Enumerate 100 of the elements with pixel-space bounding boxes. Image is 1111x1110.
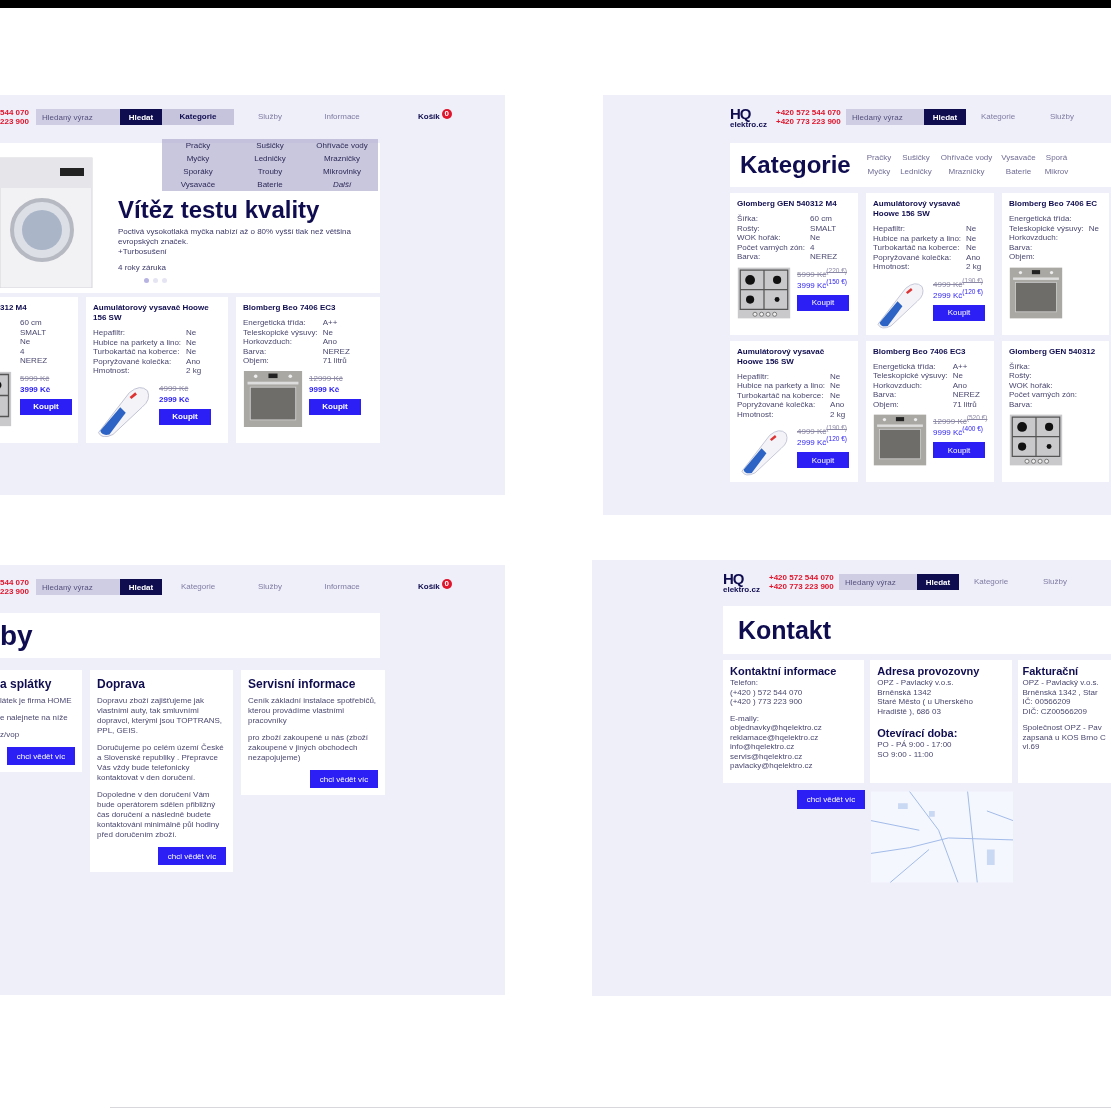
buy-button[interactable]: Koupit [797, 294, 849, 311]
more-button[interactable]: chci vědět víc [797, 789, 865, 809]
category-link[interactable]: Mikrov [1044, 165, 1069, 179]
search-button[interactable]: Hledat [120, 109, 162, 125]
cart-link[interactable]: Košík [418, 109, 440, 125]
stove-drawing [0, 370, 12, 427]
card-text: látek je firma HOME [0, 696, 73, 706]
nav-link[interactable]: Kategorie [966, 109, 1030, 125]
category-link[interactable]: Sušičky [900, 151, 932, 165]
card-text: Ceník základní instalace spotřebičů, kterou provádíme vlastními pracovníky [248, 696, 378, 726]
product-title[interactable]: 312 M4 [0, 303, 76, 313]
more-button[interactable]: chci vědět víc [310, 770, 378, 788]
search-field[interactable]: Hledaný výraz [36, 579, 120, 595]
nav-link[interactable]: Služby [234, 579, 306, 595]
more-button[interactable]: chci vědět víc [7, 747, 75, 765]
buy-button[interactable]: Koupit [933, 304, 985, 321]
dropdown-item[interactable]: Baterie [234, 178, 306, 191]
carousel-dot[interactable] [153, 278, 158, 283]
search-field[interactable]: Hledaný výraz [839, 574, 917, 590]
spec-label: Rošty: [1009, 371, 1033, 381]
dropdown-item[interactable]: Mikrovlnky [306, 165, 378, 178]
price: 2999 Kč$^{(120 €)}$ [797, 437, 848, 449]
card-text: Dopravu zboží zajišťujeme jak vlastními auty, tak smluvními dopravci, kterými jsou TOPTRANS, PPL, GEIS. [97, 696, 224, 736]
spec-label: Teleskopické výsuvy: [873, 371, 948, 381]
spec-value: NEREZ [952, 390, 981, 400]
category-link[interactable]: Mrazničky [940, 165, 993, 179]
spec-value: 4 [810, 242, 816, 252]
category-link[interactable]: Pračky [866, 151, 892, 165]
dropdown-item[interactable]: Sušičky [234, 139, 306, 152]
logo-mark[interactable]: HQ [730, 105, 770, 121]
product-title[interactable]: Glomberg GEN 540312 M4 [737, 199, 851, 209]
spec-label: Teleskopické výsuvy: [243, 327, 318, 337]
price: 3999 Kč$^{(150 €)}$ [797, 279, 848, 292]
product-title[interactable]: Aumulátorový vysavač Hoowe 156 SW [873, 199, 987, 219]
product-title[interactable]: Blomberg Beo 7406 EC3 [873, 346, 987, 357]
card-text-line: DIČ: CZ00566209 [1022, 706, 1088, 716]
card-text: e nalejnete na níže [0, 713, 69, 723]
category-link[interactable]: Baterie [1001, 165, 1036, 179]
nav-link[interactable]: Služby [1023, 574, 1087, 590]
buy-button[interactable]: Koupit [797, 452, 849, 468]
card-heading: a splátky [0, 677, 53, 691]
phone-number: 544 070 [0, 108, 30, 117]
dropdown-item[interactable]: Ohřívače vody [306, 139, 378, 152]
nav-link[interactable]: Informace [306, 579, 378, 595]
buy-button[interactable]: Koupit [309, 398, 361, 415]
spec-label: Horkovzduch: [1009, 233, 1059, 243]
buy-button[interactable]: Koupit [20, 398, 72, 415]
category-link[interactable]: Vysavače [1001, 151, 1036, 165]
dropdown-item[interactable]: Myčky [162, 152, 234, 165]
product-title[interactable]: Aumulátorový vysavač Hoowe 156 SW [93, 303, 221, 323]
nav-link[interactable]: Služby [1030, 109, 1094, 125]
buy-button[interactable]: Koupit [159, 408, 211, 425]
product-title[interactable]: Blomberg Beo 7406 EC3 [243, 303, 373, 313]
carousel-dot[interactable] [162, 278, 167, 283]
category-link[interactable]: Ledničky [900, 165, 932, 179]
logo-mark[interactable]: HQ [723, 570, 763, 586]
product-title[interactable]: Glomberg GEN 540312 [1009, 346, 1107, 357]
dropdown-item[interactable]: Sporáky [162, 165, 234, 178]
product-title[interactable]: Blomberg Beo 7406 EC [1009, 199, 1107, 209]
spec-value: Ano [966, 252, 982, 262]
spec-label: Hmotnost: [737, 409, 775, 419]
dropdown-item[interactable]: Mrazničky [306, 152, 378, 165]
spec-label: Barva: [873, 390, 898, 400]
page-title: by [0, 621, 33, 650]
cart-link[interactable]: Košík [418, 579, 440, 595]
spec-label: Energetická třída: [243, 318, 307, 328]
old-price: 12999 Kč$^{(520 €)}$ [933, 416, 988, 426]
nav-link[interactable]: Informace [306, 109, 378, 125]
spec-value: 60 cm [810, 214, 833, 224]
dropdown-item[interactable]: Další [306, 178, 378, 191]
hero-note: 4 roky záruka [118, 263, 168, 272]
nav-link[interactable]: Kategorie [959, 574, 1023, 590]
product-title[interactable]: Aumulátorový vysavač Hoowe 156 SW [737, 346, 851, 367]
nav-link[interactable]: Kategorie [162, 109, 234, 125]
search-field[interactable]: Hledaný výraz [36, 109, 120, 125]
more-button[interactable]: chci vědět víc [158, 847, 226, 865]
search-button[interactable]: Hledat [120, 579, 162, 595]
dropdown-item[interactable]: Ledničky [234, 152, 306, 165]
category-link[interactable]: Myčky [866, 165, 892, 179]
search-button[interactable]: Hledat [924, 109, 966, 125]
nav-link[interactable]: Služby [234, 109, 306, 125]
buy-button[interactable]: Koupit [933, 442, 985, 458]
category-link[interactable]: Ohřívače vody [940, 151, 993, 165]
card-heading: Kontaktní informace [730, 665, 838, 678]
spec-value: Ne [186, 347, 198, 357]
card-text-line: OPZ - Pavlacký v.o.s. [1022, 678, 1100, 688]
carousel-dot[interactable] [144, 278, 149, 283]
phone-number: 223 900 [0, 117, 30, 126]
spec-label: Barva: [243, 346, 268, 356]
search-button[interactable]: Hledat [917, 574, 959, 590]
dropdown-item[interactable]: Trouby [234, 165, 306, 178]
spec-label: Hepafiltr: [737, 371, 770, 381]
search-field[interactable]: Hledaný výraz [846, 109, 924, 125]
dropdown-item[interactable]: Vysavače [162, 178, 234, 191]
card-text-line: vl.69 [1022, 742, 1041, 752]
category-link[interactable]: Sporá [1044, 151, 1069, 165]
spec-value: Ne [186, 328, 198, 338]
dropdown-item[interactable]: Pračky [162, 139, 234, 152]
spec-value: Ano [830, 400, 846, 410]
nav-link[interactable]: Kategorie [162, 579, 234, 595]
